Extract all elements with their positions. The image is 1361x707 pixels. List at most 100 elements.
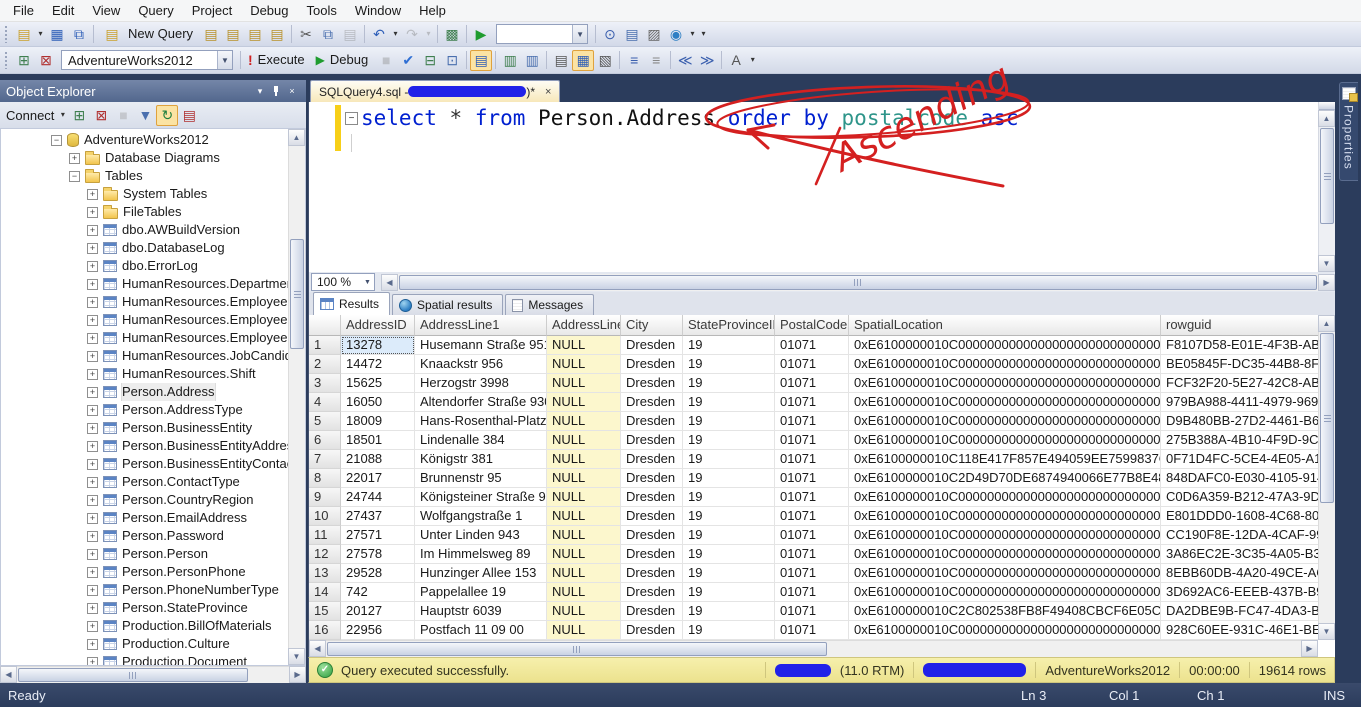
addressline1-cell[interactable]: Knaackstr 956 — [415, 355, 547, 374]
tree-item[interactable]: + Person.Address — [1, 383, 288, 401]
toolbox-icon[interactable]: ▨ — [643, 24, 665, 45]
tree-expander-icon[interactable]: − — [51, 135, 62, 146]
stateprovinceid-cell[interactable]: 19 — [683, 450, 775, 469]
rowguid-cell[interactable]: 8EBB60DB-4A20-49CE-ACCF-C — [1161, 564, 1318, 583]
paste-icon[interactable]: ▤ — [339, 24, 361, 45]
row-number-cell[interactable]: 9 — [309, 488, 341, 507]
row-number-cell[interactable]: 14 — [309, 583, 341, 602]
new-file-icon[interactable]: ▤ — [13, 24, 35, 45]
addressline1-cell[interactable]: Wolfgangstraße 1 — [415, 507, 547, 526]
addressline2-cell[interactable]: NULL — [547, 545, 621, 564]
tree-item[interactable]: + Person.StateProvince — [1, 599, 288, 617]
menu-item[interactable]: Debug — [241, 1, 297, 20]
results-to-file-icon[interactable]: ▧ — [594, 50, 616, 71]
addressline2-cell[interactable]: NULL — [547, 374, 621, 393]
addressid-cell[interactable]: 22017 — [341, 469, 415, 488]
column-header-addressid[interactable]: AddressID — [341, 315, 415, 336]
parse-query-icon[interactable]: ✔ — [397, 50, 419, 71]
increase-indent-icon[interactable]: ≫ — [696, 50, 718, 71]
addressline2-cell[interactable]: NULL — [547, 355, 621, 374]
scroll-down-icon[interactable]: ▼ — [1318, 255, 1335, 272]
code-fold-icon[interactable]: − — [345, 112, 358, 125]
tree-item[interactable]: + Person.Person — [1, 545, 288, 563]
tree-item[interactable]: + HumanResources.JobCandidate — [1, 347, 288, 365]
tree-item[interactable]: + dbo.AWBuildVersion — [1, 221, 288, 239]
properties-window-icon[interactable]: ▤ — [621, 24, 643, 45]
city-cell[interactable]: Dresden — [621, 564, 683, 583]
column-header-city[interactable]: City — [621, 315, 683, 336]
addressid-cell[interactable]: 21088 — [341, 450, 415, 469]
addressid-cell[interactable]: 29528 — [341, 564, 415, 583]
addressid-cell[interactable]: 742 — [341, 583, 415, 602]
addressline2-cell[interactable]: NULL — [547, 602, 621, 621]
spatiallocation-cell[interactable]: 0xE6100000010C00000000000000000000000000… — [849, 564, 1161, 583]
tree-expander-icon[interactable]: + — [69, 153, 80, 164]
rowguid-cell[interactable]: F8107D58-E01E-4F3B-AB20-0E — [1161, 336, 1318, 355]
scroll-right-icon[interactable]: ▶ — [289, 666, 306, 683]
rowguid-cell[interactable]: E801DDD0-1608-4C68-80EB-8 — [1161, 507, 1318, 526]
tree-expander-icon[interactable]: + — [87, 531, 98, 542]
spatiallocation-cell[interactable]: 0xE6100000010C118E417F857E494059EE759983… — [849, 450, 1161, 469]
row-number-cell[interactable]: 6 — [309, 431, 341, 450]
scrollbar-thumb[interactable] — [18, 668, 248, 682]
toolbar-options-icon[interactable]: ▾ — [698, 24, 709, 45]
tree-expander-icon[interactable]: + — [87, 207, 98, 218]
addressline2-cell[interactable]: NULL — [547, 450, 621, 469]
addressline1-cell[interactable]: Altendorfer Straße 930 — [415, 393, 547, 412]
addressid-cell[interactable]: 16050 — [341, 393, 415, 412]
rowguid-cell[interactable]: CC190F8E-12DA-4CAF-99ED-1 — [1161, 526, 1318, 545]
save-icon[interactable]: ▦ — [46, 24, 68, 45]
rowguid-cell[interactable]: DA2DBE9B-FC47-4DA3-B97F-9 — [1161, 602, 1318, 621]
addressline2-cell[interactable]: NULL — [547, 469, 621, 488]
city-cell[interactable]: Dresden — [621, 336, 683, 355]
postalcode-cell[interactable]: 01071 — [775, 336, 849, 355]
available-databases-icon[interactable]: ⊠ — [35, 50, 57, 71]
tree-item[interactable]: + FileTables — [1, 203, 288, 221]
filter-icon[interactable]: ▼ — [134, 105, 156, 126]
row-number-cell[interactable]: 7 — [309, 450, 341, 469]
addressline2-cell[interactable]: NULL — [547, 564, 621, 583]
addressline2-cell[interactable]: NULL — [547, 431, 621, 450]
tree-expander-icon[interactable]: + — [87, 567, 98, 578]
tree-expander-icon[interactable]: + — [87, 315, 98, 326]
stateprovinceid-cell[interactable]: 19 — [683, 488, 775, 507]
splitter-handle[interactable] — [1319, 102, 1335, 110]
refresh-icon[interactable]: ↻ — [156, 105, 178, 126]
row-number-cell[interactable]: 3 — [309, 374, 341, 393]
addressline1-cell[interactable]: Unter Linden 943 — [415, 526, 547, 545]
tree-expander-icon[interactable]: + — [87, 585, 98, 596]
rowguid-cell[interactable]: 3D692AC6-EEEB-437B-B9FE-A — [1161, 583, 1318, 602]
addressline1-cell[interactable]: Brunnenstr 95 — [415, 469, 547, 488]
rowguid-cell[interactable]: 0F71D4FC-5CE4-4E05-A1C9-C — [1161, 450, 1318, 469]
stateprovinceid-cell[interactable]: 19 — [683, 374, 775, 393]
addressline1-cell[interactable]: Herzogstr 3998 — [415, 374, 547, 393]
close-tab-icon[interactable]: × — [541, 86, 551, 98]
open-table-icon[interactable]: ⊡ — [441, 50, 463, 71]
tree-item[interactable]: + Production.Culture — [1, 635, 288, 653]
menu-item[interactable]: Window — [346, 1, 410, 20]
addressline2-cell[interactable]: NULL — [547, 583, 621, 602]
column-header-addressline2[interactable]: AddressLine2 — [547, 315, 621, 336]
available-databases-combo[interactable]: AdventureWorks2012 ▼ — [61, 50, 233, 70]
rowguid-cell[interactable]: FCF32F20-5E27-42C8-ABCC-48 — [1161, 374, 1318, 393]
stateprovinceid-cell[interactable]: 19 — [683, 507, 775, 526]
tree-item[interactable]: + Database Diagrams — [1, 149, 288, 167]
tab-messages[interactable]: Messages — [505, 294, 594, 315]
addressid-cell[interactable]: 13278 — [341, 336, 415, 355]
tree-expander-icon[interactable]: + — [87, 369, 98, 380]
reports-icon[interactable]: ▤ — [178, 105, 200, 126]
tree-expander-icon[interactable]: + — [87, 423, 98, 434]
results-to-grid-icon[interactable]: ▦ — [572, 50, 594, 71]
database-engine-query-icon[interactable]: ▤ — [200, 24, 222, 45]
city-cell[interactable]: Dresden — [621, 621, 683, 640]
rowguid-cell[interactable]: 848DAFC0-E030-4105-9141-DE — [1161, 469, 1318, 488]
editor-vertical-scrollbar[interactable]: ▲ ▼ — [1318, 102, 1335, 272]
tree-expander-icon[interactable]: + — [87, 549, 98, 560]
addressid-cell[interactable]: 22956 — [341, 621, 415, 640]
addressid-cell[interactable]: 24744 — [341, 488, 415, 507]
spatiallocation-cell[interactable]: 0xE6100000010C2C802538FB8F49408CBCF6E05C… — [849, 602, 1161, 621]
menu-item[interactable]: View — [83, 1, 129, 20]
row-number-cell[interactable]: 11 — [309, 526, 341, 545]
stateprovinceid-cell[interactable]: 19 — [683, 545, 775, 564]
spatiallocation-cell[interactable]: 0xE6100000010C00000000000000000000000000… — [849, 393, 1161, 412]
